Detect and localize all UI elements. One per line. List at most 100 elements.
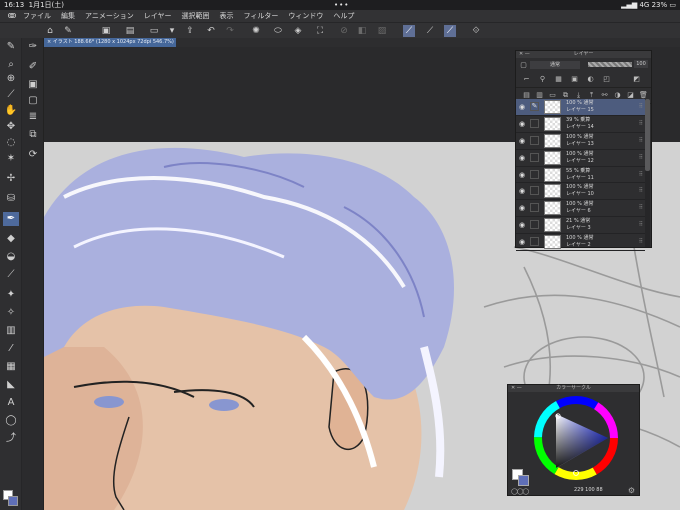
fill-bucket-icon[interactable]: ◒ [3,250,19,264]
export-icon[interactable]: ⇪ [184,25,196,37]
drag-handle-icon[interactable]: ⠿ [639,238,643,245]
g-pen-tool-icon[interactable]: ✒ [3,212,19,226]
eye-icon[interactable]: ◉ [519,120,525,128]
layer-row[interactable]: ◉ 100 % 通常 レイヤー 12 ⠿ [516,150,645,167]
open-icon[interactable]: ▤ [124,25,136,37]
layer-panel-titlebar[interactable]: ✕ — レイヤー [516,51,651,58]
text-tool-icon[interactable]: A [3,396,19,410]
frame-tool-icon[interactable]: ▦ [3,360,19,374]
eye-icon[interactable]: ◉ [519,187,525,195]
drag-handle-icon[interactable]: ⠿ [639,221,643,228]
lock-transparent-icon[interactable]: ▦ [554,75,563,84]
layer-color-icon[interactable]: ▢ [519,61,528,70]
clear-icon[interactable]: ⬭ [272,25,284,37]
eye-icon[interactable]: ◉ [519,103,525,111]
new-file-icon[interactable]: ▣ [100,25,112,37]
clip-studio-icon[interactable]: ↂ [6,10,18,22]
lock-layer-icon[interactable]: ▣ [570,75,579,84]
multitasking-dots[interactable]: ••• [334,0,349,10]
close-tab-icon[interactable]: × [47,39,51,45]
layer-row[interactable]: ◉ 39 % 乗算 レイヤー 14 ⠿ [516,116,645,133]
layer-row[interactable]: ◉ 100 % 通常 レイヤー 10 ⠿ [516,183,645,201]
history-icon[interactable]: ⧉ [25,128,41,142]
opacity-value[interactable]: 100 [634,60,648,68]
layer-property-icon[interactable]: ≣ [25,110,41,124]
blend-mode-select[interactable]: 通常 [530,61,580,69]
folder-icon[interactable]: ▭ [148,25,160,37]
menu-help[interactable]: ヘルプ [328,10,359,22]
drag-handle-icon[interactable]: ⠿ [639,120,643,127]
navigator-icon[interactable]: ▢ [25,94,41,108]
hand-tool-icon[interactable]: ✋ [3,104,19,118]
settings-icon[interactable]: ⚙ [628,486,635,495]
select-add-icon[interactable]: ✢ [3,172,19,186]
subtool-pen-icon[interactable]: ✑ [25,40,41,54]
ruler-snap-icon[interactable]: ⟋ [403,25,415,37]
ruler-icon[interactable]: ◰ [602,75,611,84]
eye-icon[interactable]: ◉ [519,171,525,179]
drag-handle-icon[interactable]: ⠿ [639,103,643,110]
crop-icon[interactable]: ▨ [376,25,388,37]
eye-icon[interactable]: ◉ [519,154,525,162]
menu-animation[interactable]: アニメーション [80,10,139,22]
lasso-icon[interactable]: ◌ [3,136,19,150]
document-tab[interactable]: × イラスト 188.66* (1280 x 1024px 72dpi 546.… [44,38,176,47]
eraser-icon[interactable]: ◆ [3,232,19,246]
airbrush-icon[interactable]: ✧ [3,306,19,320]
eye-icon[interactable]: ◉ [519,137,525,145]
magic-wand-icon[interactable]: ✶ [3,152,19,166]
layer-row[interactable]: ◉ 100 % 通常 レイヤー 13 ⠿ [516,133,645,150]
eyedropper-icon[interactable]: ⟋ [3,88,19,102]
invert-selection-icon[interactable]: ◧ [356,25,368,37]
redo-icon[interactable]: ↷ [224,25,236,37]
drag-handle-icon[interactable]: ⠿ [639,171,643,178]
ruler-tool-icon[interactable]: ◣ [3,378,19,392]
layer-row[interactable]: ◉ 21 % 通常 レイヤー 3 ⠿ [516,217,645,235]
special-ruler-icon[interactable]: ⟋ [424,25,436,37]
auto-action-icon[interactable]: ⟳ [25,148,41,162]
color-icon[interactable]: ◩ [632,75,641,84]
menu-view[interactable]: 表示 [215,10,239,22]
grid-snap-icon[interactable]: ⟋ [444,25,456,37]
layer-row[interactable]: ◉ 55 % 乗算 レイヤー 11 ⠿ [516,167,645,184]
color-panel-sub-swatch[interactable] [518,475,529,486]
zoom-out-icon[interactable]: ⊕ [3,72,19,86]
transform-icon[interactable]: ⛶ [314,25,326,37]
fill-icon[interactable]: ◈ [292,25,304,37]
home-icon[interactable]: ⌂ [44,25,56,37]
menu-edit[interactable]: 編集 [56,10,80,22]
zoom-tool-icon[interactable]: ⌕ [3,58,19,72]
sub-color-swatch[interactable] [8,496,18,506]
opacity-slider[interactable] [588,62,632,67]
blend-tool-icon[interactable]: ⟋ [3,268,19,282]
quick-access-icon[interactable]: ⟐ [470,25,482,37]
layer-row[interactable]: ◉ ✎ 100 % 通常 レイヤー 15 ⠿ [516,99,645,116]
menu-file[interactable]: ファイル [18,10,56,22]
menu-filter[interactable]: フィルター [239,10,284,22]
gradient-icon[interactable]: ▥ [3,324,19,338]
decoration-icon[interactable]: ✦ [3,288,19,302]
drag-handle-icon[interactable]: ⠿ [639,204,643,211]
deselect-icon[interactable]: ⊘ [338,25,350,37]
menu-layer[interactable]: レイヤー [139,10,177,22]
color-panel-titlebar[interactable]: ✕ — カラーサークル [508,385,639,392]
menu-selection[interactable]: 選択範囲 [177,10,215,22]
spinner-icon[interactable]: ✺ [250,25,262,37]
correct-line-icon[interactable]: ⤴ [3,432,19,446]
reference-layer-icon[interactable]: ⚲ [538,75,547,84]
color-panel-transparent-icon[interactable]: ◯◯◯ [511,488,529,495]
drag-handle-icon[interactable]: ⠿ [639,137,643,144]
eye-icon[interactable]: ◉ [519,238,525,246]
pen-tool-icon[interactable]: ✎ [3,40,19,54]
undo-icon[interactable]: ↶ [205,25,217,37]
clip-lower-icon[interactable]: ⌐ [522,75,531,84]
move-tool-icon[interactable]: ✥ [3,120,19,134]
layer-row[interactable]: ◉ 100 % 通常 レイヤー 6 ⠿ [516,200,645,218]
eye-icon[interactable]: ◉ [519,204,525,212]
clip-icon[interactable]: ✎ [62,25,74,37]
balloon-tool-icon[interactable]: ◯ [3,414,19,428]
layer-scrollbar-thumb[interactable] [645,99,650,171]
save-icon[interactable]: ▾ [166,25,178,37]
menu-window[interactable]: ウィンドウ [283,10,328,22]
layer-row[interactable]: ◉ 100 % 通常 レイヤー 2 ⠿ [516,234,645,252]
